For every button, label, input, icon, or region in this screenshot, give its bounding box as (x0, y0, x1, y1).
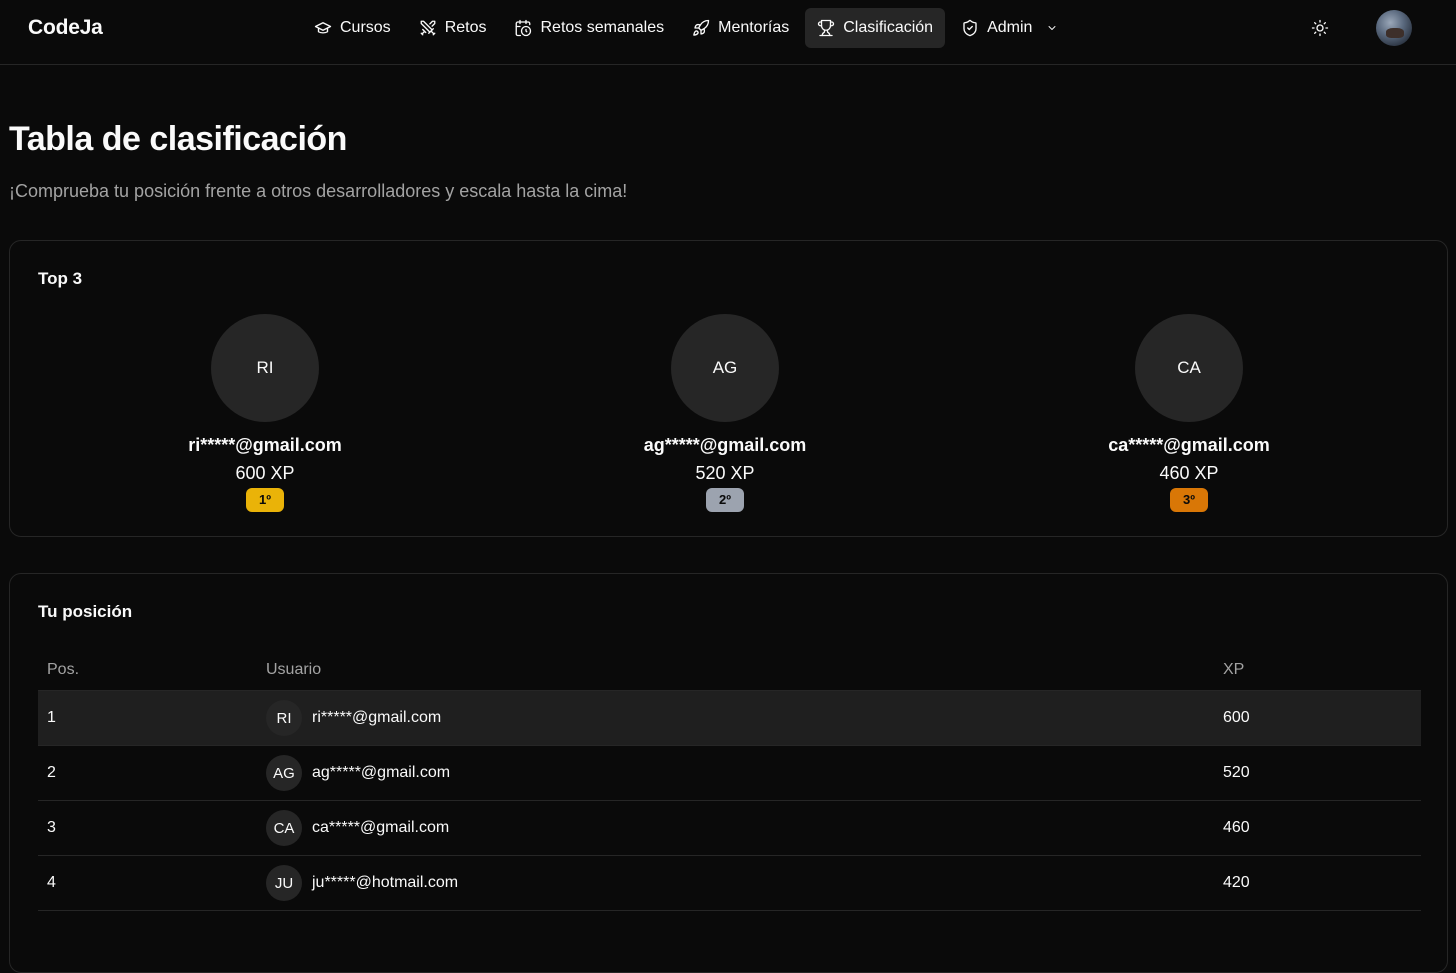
swords-icon (420, 20, 436, 36)
avatar: JU (266, 865, 302, 901)
column-header-pos: Pos. (47, 660, 80, 678)
theme-toggle-button[interactable] (1304, 12, 1336, 44)
main-nav: Cursos Retos Retos semanales Mentorías C… (302, 8, 1070, 48)
nav-item-admin[interactable]: Admin (949, 8, 1070, 48)
top-navbar: CodeJa Cursos Retos Retos semanales Ment… (0, 0, 1456, 65)
brand-logo[interactable]: CodeJa (28, 16, 103, 40)
column-header-xp: XP (1223, 660, 1245, 678)
avatar: RI (211, 314, 319, 422)
trophy-icon (818, 19, 835, 37)
user-avatar[interactable] (1376, 10, 1412, 46)
rank-badge: 2º (706, 488, 744, 512)
avatar: CA (1135, 314, 1243, 422)
podium-entry-1: RI ri*****@gmail.com 600 XP 1º (135, 314, 395, 512)
row-xp: 520 (1223, 764, 1250, 781)
row-email: ca*****@gmail.com (312, 819, 450, 836)
nav-item-label: Retos (444, 19, 487, 36)
nav-item-clasificacion[interactable]: Clasificación (805, 8, 946, 48)
nav-item-label: Admin (987, 19, 1033, 36)
podium-xp: 460 XP (1159, 463, 1219, 483)
table-row[interactable]: 4 JU ju*****@hotmail.com 420 (38, 856, 1421, 911)
graduation-cap-icon (314, 22, 332, 34)
top3-card: Top 3 RI ri*****@gmail.com 600 XP 1º AG … (9, 240, 1448, 537)
row-xp: 600 (1223, 709, 1250, 726)
row-xp: 460 (1223, 819, 1250, 836)
top3-title: Top 3 (38, 269, 83, 288)
nav-item-cursos[interactable]: Cursos (302, 8, 403, 48)
column-header-user: Usuario (266, 660, 322, 678)
ranking-title: Tu posición (38, 602, 133, 621)
calendar-clock-icon (516, 19, 532, 37)
rank-badge: 3º (1170, 488, 1208, 512)
nav-item-label: Retos semanales (540, 19, 665, 36)
podium-email: ca*****@gmail.com (1108, 435, 1270, 455)
nav-item-label: Clasificación (843, 19, 934, 36)
avatar: CA (266, 810, 302, 846)
page-subtitle: ¡Comprueba tu posición frente a otros de… (9, 181, 628, 201)
table-row[interactable]: 1 RI ri*****@gmail.com 600 (38, 691, 1421, 746)
row-pos: 4 (47, 874, 56, 891)
row-xp: 420 (1223, 874, 1250, 891)
row-user: AG ag*****@gmail.com (266, 755, 1223, 791)
podium-entry-3: CA ca*****@gmail.com 460 XP 3º (1059, 314, 1319, 512)
avatar: AG (671, 314, 779, 422)
rocket-icon (693, 19, 710, 36)
row-user: CA ca*****@gmail.com (266, 810, 1223, 846)
row-pos: 3 (47, 819, 56, 836)
table-row[interactable]: 3 CA ca*****@gmail.com 460 (38, 801, 1421, 856)
row-user: JU ju*****@hotmail.com (266, 865, 1223, 901)
avatar: RI (266, 700, 302, 736)
nav-item-label: Mentorías (718, 19, 790, 36)
row-pos: 2 (47, 764, 56, 781)
nav-item-retos[interactable]: Retos (407, 8, 499, 48)
ranking-card: Tu posición Pos. Usuario XP 1 RI ri*****… (9, 573, 1448, 973)
rank-badge: 1º (246, 488, 284, 512)
nav-item-retos-semanales[interactable]: Retos semanales (502, 8, 676, 48)
nav-item-label: Cursos (340, 19, 391, 36)
avatar: AG (266, 755, 302, 791)
chevron-down-icon (1048, 26, 1056, 30)
podium-xp: 520 XP (695, 463, 755, 483)
row-email: ju*****@hotmail.com (312, 874, 459, 891)
shield-icon (963, 19, 977, 37)
podium-xp: 600 XP (235, 463, 295, 483)
row-pos: 1 (47, 709, 56, 726)
row-email: ri*****@gmail.com (312, 709, 442, 726)
row-email: ag*****@gmail.com (312, 764, 451, 781)
page-title: Tabla de clasificación (9, 120, 347, 158)
table-header: Pos. Usuario XP (38, 649, 1421, 691)
nav-item-mentorias[interactable]: Mentorías (680, 8, 801, 48)
podium-email: ri*****@gmail.com (188, 435, 342, 455)
row-user: RI ri*****@gmail.com (266, 700, 1223, 736)
podium-entry-2: AG ag*****@gmail.com 520 XP 2º (595, 314, 855, 512)
sun-icon (1311, 19, 1329, 37)
table-row[interactable]: 2 AG ag*****@gmail.com 520 (38, 746, 1421, 801)
ranking-table: Pos. Usuario XP 1 RI ri*****@gmail.com 6… (38, 649, 1421, 911)
podium-email: ag*****@gmail.com (643, 435, 807, 455)
